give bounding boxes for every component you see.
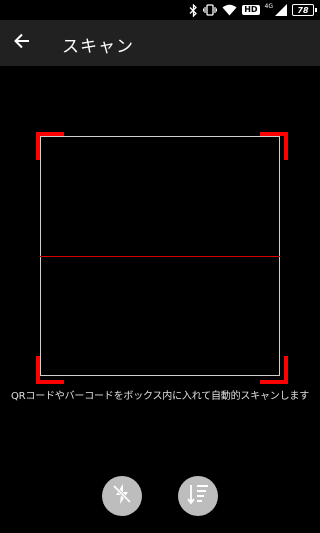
back-button[interactable]: [10, 31, 34, 55]
flash-toggle-button[interactable]: [102, 476, 142, 516]
signal-icon: [275, 4, 287, 16]
hd-icon: HD: [242, 5, 260, 15]
scan-corner-top-left: [36, 132, 64, 160]
battery-level: 78: [297, 5, 309, 15]
page-title: スキャン: [62, 37, 134, 57]
battery-icon: 78: [292, 4, 317, 16]
bluetooth-icon: [189, 3, 198, 17]
status-bar: HD 4G 78: [0, 0, 320, 20]
scan-hint-text: QRコードやバーコードをボックス内に入れて自動的スキャンします: [10, 391, 310, 402]
scan-corner-bottom-right: [260, 356, 288, 384]
arrow-back-icon: [13, 32, 31, 54]
status-icons: HD 4G 78: [189, 2, 317, 18]
flash-off-icon: [110, 482, 134, 510]
sort-descending-icon: [186, 482, 210, 510]
scan-corner-bottom-left: [36, 356, 64, 384]
sort-button[interactable]: [178, 476, 218, 516]
wifi-icon: [222, 4, 237, 16]
vibrate-icon: [203, 4, 218, 16]
app-bar: スキャン: [0, 20, 320, 66]
scan-corner-top-right: [260, 132, 288, 160]
scan-laser-line: [40, 256, 280, 257]
network-type-label: 4G: [264, 2, 273, 10]
